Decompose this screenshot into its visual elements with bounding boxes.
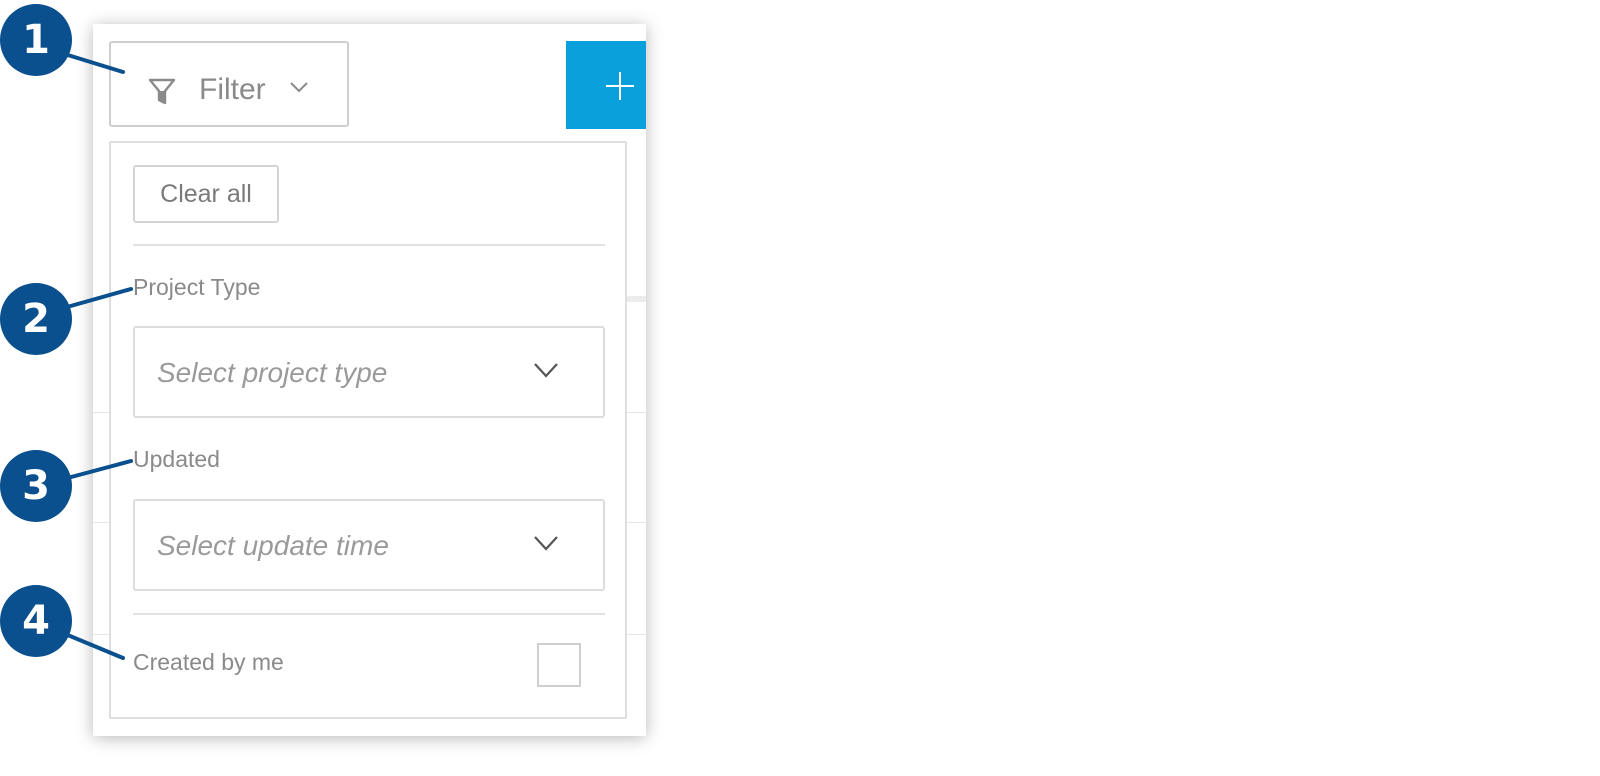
project-type-select[interactable]: Select project type (133, 326, 605, 418)
background-header-bar (626, 296, 646, 302)
updated-placeholder: Select update time (157, 530, 389, 561)
filter-label: Filter (199, 73, 266, 106)
add-button[interactable] (566, 41, 646, 129)
plus-icon-vertical (619, 72, 621, 100)
stage: Filter Clear all Project Type Select pro… (0, 0, 1600, 776)
updated-select[interactable]: Select update time (133, 499, 605, 591)
funnel-icon (148, 78, 176, 105)
chevron-down-icon (534, 363, 558, 378)
project-type-label: Project Type (133, 274, 261, 300)
screenshot-panel: Filter Clear all Project Type Select pro… (93, 24, 646, 736)
chevron-down-icon (534, 536, 558, 551)
divider (133, 613, 605, 615)
created-by-me-label: Created by me (133, 649, 284, 675)
project-type-placeholder: Select project type (157, 357, 388, 388)
callout-4: 4 (0, 585, 72, 657)
callout-1: 1 (0, 4, 72, 76)
divider (133, 244, 605, 246)
filter-button[interactable]: Filter (109, 41, 349, 127)
filter-dropdown: Clear all Project Type Select project ty… (109, 141, 627, 719)
created-by-me-checkbox[interactable] (537, 643, 581, 687)
updated-label: Updated (133, 446, 220, 472)
callout-2: 2 (0, 283, 72, 355)
callout-3: 3 (0, 450, 72, 522)
chevron-down-icon (290, 82, 308, 93)
clear-all-button[interactable]: Clear all (133, 165, 279, 223)
